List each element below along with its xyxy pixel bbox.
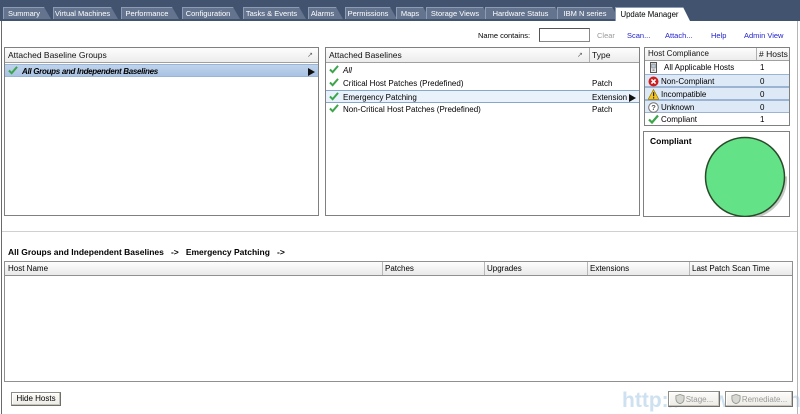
svg-text:?: ? [651, 103, 656, 112]
